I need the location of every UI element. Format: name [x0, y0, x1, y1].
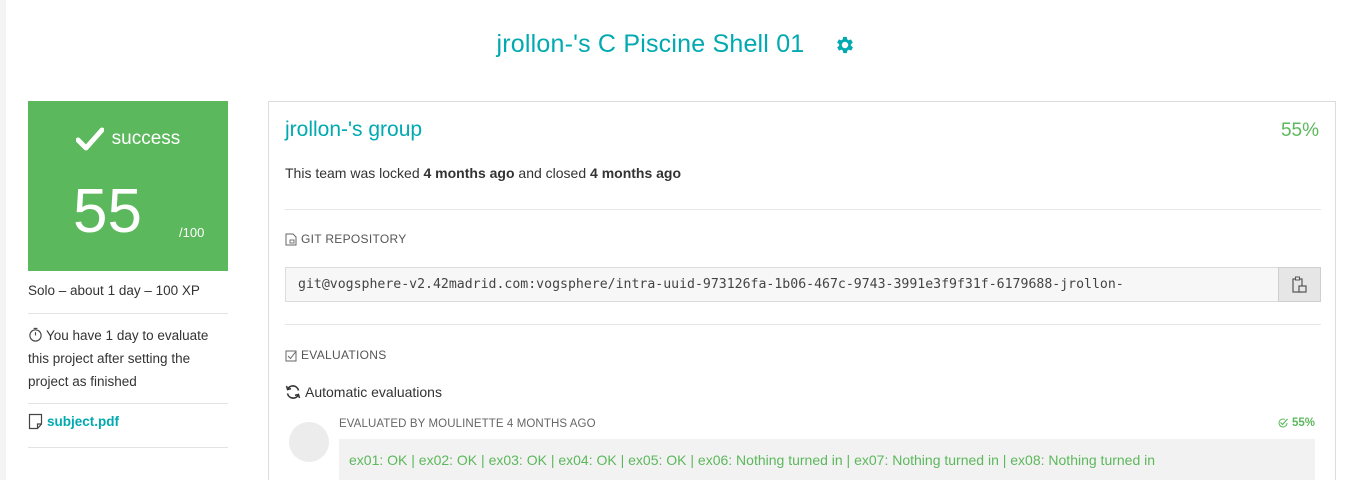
- subject-link-label[interactable]: subject.pdf: [47, 414, 119, 429]
- gear-icon[interactable]: [834, 34, 856, 56]
- locked-when: 4 months ago: [423, 165, 515, 181]
- automatic-evaluations-label: Automatic evaluations: [305, 384, 442, 400]
- evaluations-section-header: EVALUATIONS: [285, 348, 387, 362]
- deadline-text: You have 1 day to evaluate this project …: [28, 328, 209, 389]
- checkbox-icon: [285, 350, 297, 361]
- status-card: success 55 /100: [28, 101, 228, 271]
- team-panel: jrollon-'s group 55% This team was locke…: [268, 101, 1336, 480]
- group-percent: 55%: [1280, 120, 1319, 141]
- avatar: [289, 422, 329, 462]
- closed-when: 4 months ago: [590, 165, 682, 181]
- divider: [285, 324, 1321, 325]
- git-section-header: GIT REPOSITORY: [285, 232, 407, 246]
- lock-prefix: This team was locked: [285, 165, 424, 181]
- divider: [28, 403, 228, 404]
- status-label: success: [111, 128, 181, 149]
- divider: [285, 209, 1321, 210]
- page-edge: [0, 0, 6, 480]
- repository-icon: [285, 233, 297, 245]
- group-name-link[interactable]: jrollon-'s group: [285, 118, 422, 142]
- team-lock-status: This team was locked 4 months ago and cl…: [285, 165, 681, 181]
- evaluation-percent: 55%: [1277, 417, 1315, 429]
- evaluation-percent-value: 55%: [1291, 417, 1315, 429]
- project-info: Solo – about 1 day – 100 XP: [28, 283, 200, 298]
- automatic-evaluations-header: Automatic evaluations: [285, 384, 442, 400]
- score-max: /100: [179, 225, 205, 240]
- evaluator-info: EVALUATED BY MOULINETTE 4 MONTHS AGO: [339, 418, 596, 430]
- git-url-field[interactable]: git@vogsphere-v2.42madrid.com:vogsphere/…: [285, 267, 1279, 302]
- status-line: success: [28, 127, 228, 151]
- deadline-info: You have 1 day to evaluate this project …: [28, 324, 228, 393]
- lock-mid: and closed: [514, 165, 591, 181]
- divider: [28, 447, 228, 448]
- clipboard-icon: [1292, 276, 1307, 293]
- divider: [28, 313, 228, 314]
- check-icon: [75, 127, 104, 151]
- git-section-label: GIT REPOSITORY: [301, 232, 407, 246]
- timer-icon: [29, 327, 42, 342]
- copy-button[interactable]: [1278, 267, 1321, 302]
- document-icon: [28, 413, 43, 430]
- subject-link[interactable]: subject.pdf: [28, 413, 119, 430]
- refresh-icon: [285, 385, 301, 399]
- check-circle-icon: [1278, 418, 1288, 428]
- evaluation-result: ex01: OK | ex02: OK | ex03: OK | ex04: O…: [339, 439, 1315, 480]
- evaluations-section-label: EVALUATIONS: [301, 348, 387, 362]
- title-row: jrollon-'s C Piscine Shell 01: [0, 30, 1352, 70]
- page-title: jrollon-'s C Piscine Shell 01: [496, 30, 805, 58]
- score-value: 55: [73, 177, 142, 246]
